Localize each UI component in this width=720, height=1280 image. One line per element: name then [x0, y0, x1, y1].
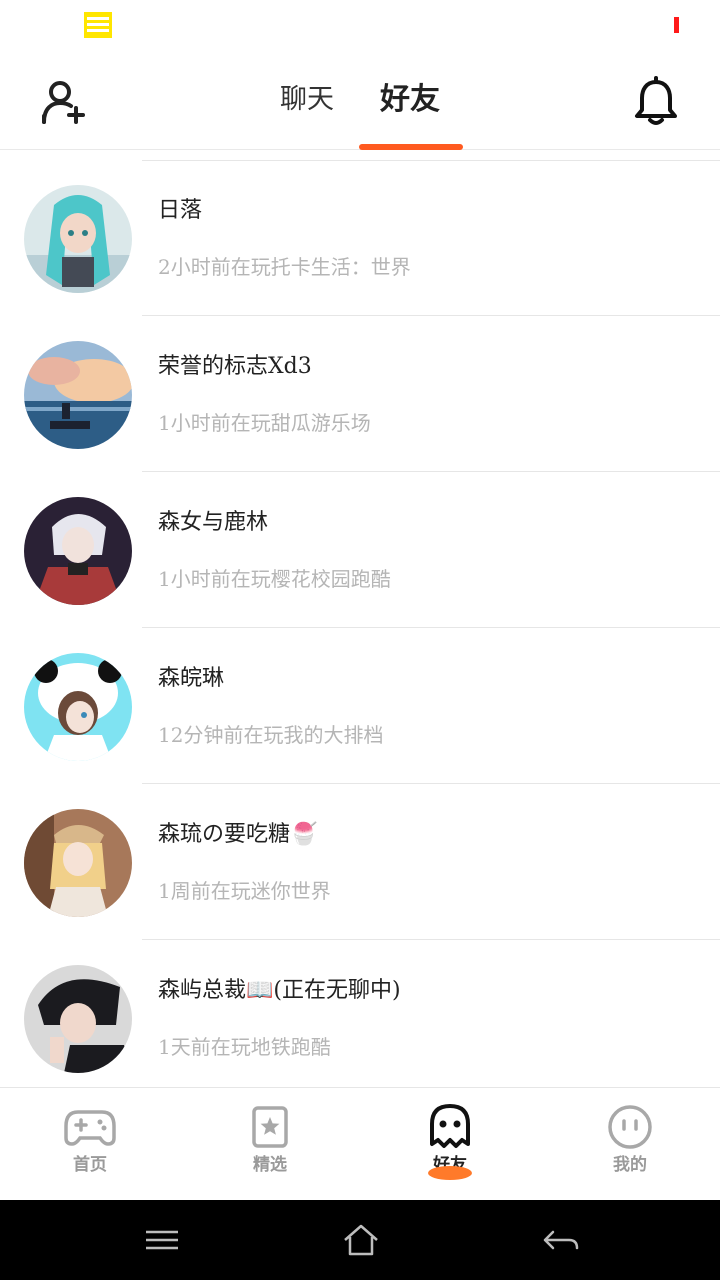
friend-name: 森屿总裁📖(正在无聊中) — [158, 978, 401, 1003]
friend-row[interactable]: 森琉の要吃糖🍧 1周前在玩迷你世界 — [0, 784, 720, 940]
avatar[interactable] — [24, 653, 132, 761]
top-header: 聊天 好友 — [0, 52, 720, 150]
nav-label: 精选 — [253, 1155, 287, 1174]
friend-name: 森皖琳 — [158, 666, 225, 691]
friend-status: 1小时前在玩甜瓜游乐场 — [158, 411, 371, 435]
friend-name: 日落 — [158, 198, 203, 223]
ghost-icon — [430, 1104, 470, 1148]
avatar[interactable] — [24, 809, 132, 917]
bell-icon[interactable] — [632, 76, 680, 128]
home-icon[interactable] — [341, 1220, 381, 1260]
tab-chat[interactable]: 聊天 — [262, 80, 352, 120]
friend-row[interactable]: 森女与鹿林 1小时前在玩樱花校园跑酷 — [0, 472, 720, 628]
nav-label: 首页 — [73, 1155, 107, 1174]
nav-label: 我的 — [613, 1155, 647, 1174]
add-friend-icon[interactable] — [38, 78, 90, 126]
friend-row[interactable]: 荣誉的标志Xd3 1小时前在玩甜瓜游乐场 — [0, 316, 720, 472]
friend-name: 森女与鹿林 — [158, 510, 269, 535]
nav-home[interactable]: 首页 — [0, 1088, 180, 1201]
avatar[interactable] — [24, 185, 132, 293]
tab-friends[interactable]: 好友 — [362, 80, 458, 120]
avatar[interactable] — [24, 497, 132, 605]
star-badge-icon — [252, 1106, 288, 1148]
friend-status: 2小时前在玩托卡生活：世界 — [158, 255, 411, 279]
friend-status: 1小时前在玩樱花校园跑酷 — [158, 567, 391, 591]
friend-list[interactable]: 日落 2小时前在玩托卡生活：世界 荣誉的标志Xd3 1小时前在玩甜瓜游乐场 森女… — [0, 160, 720, 1086]
friend-row[interactable]: 森屿总裁📖(正在无聊中) 1天前在玩地铁跑酷 — [0, 940, 720, 1086]
back-icon[interactable] — [541, 1220, 581, 1260]
gamepad-icon — [64, 1110, 116, 1146]
active-tab-indicator — [359, 144, 463, 150]
friend-status: 1周前在玩迷你世界 — [158, 879, 331, 903]
nav-friends[interactable]: 好友 — [360, 1088, 540, 1201]
avatar[interactable] — [24, 965, 132, 1073]
avatar[interactable] — [24, 341, 132, 449]
friend-name: 森琉の要吃糖🍧 — [158, 822, 318, 847]
battery-indicator-icon — [674, 17, 679, 33]
friend-name: 荣誉的标志Xd3 — [158, 354, 312, 379]
nav-me[interactable]: 我的 — [540, 1088, 720, 1201]
bottom-nav: 首页 精选 好友 我的 — [0, 1087, 720, 1200]
friend-status: 12分钟前在玩我的大排档 — [158, 723, 384, 747]
friend-row[interactable]: 日落 2小时前在玩托卡生活：世界 — [0, 160, 720, 316]
menu-notification-icon — [84, 12, 112, 38]
menu-icon[interactable] — [142, 1220, 182, 1260]
friend-row[interactable]: 森皖琳 12分钟前在玩我的大排档 — [0, 628, 720, 784]
system-navigation-bar — [0, 1200, 720, 1280]
nav-featured[interactable]: 精选 — [180, 1088, 360, 1201]
friend-status: 1天前在玩地铁跑酷 — [158, 1035, 331, 1059]
active-nav-indicator — [428, 1166, 472, 1180]
status-bar — [0, 0, 720, 52]
face-icon — [608, 1105, 652, 1149]
